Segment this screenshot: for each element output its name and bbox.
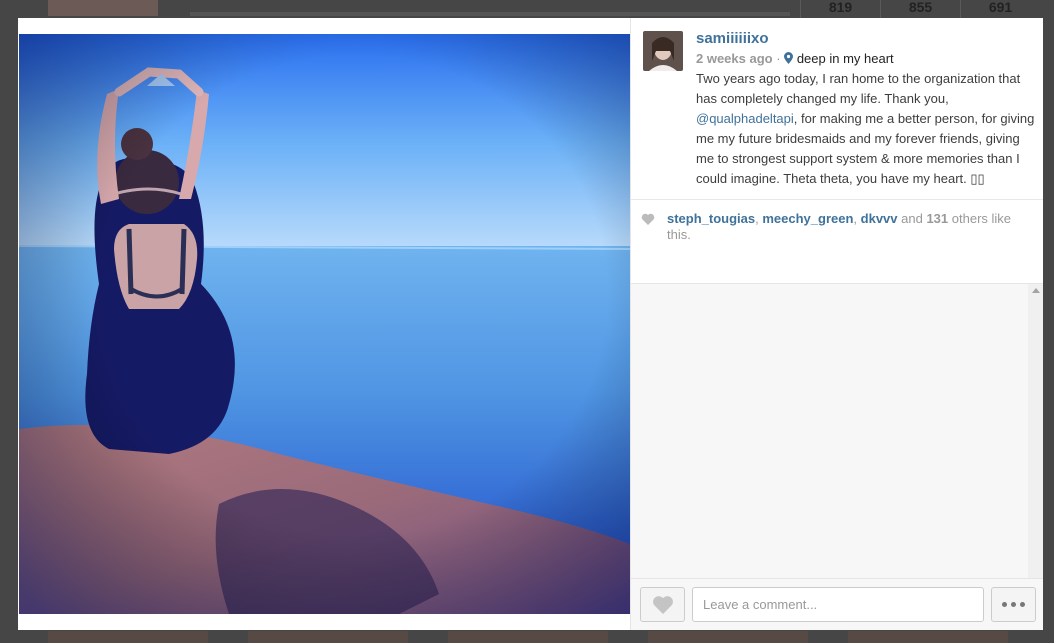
background-thumbnail: [48, 0, 158, 16]
heart-icon: [641, 213, 655, 225]
background-stat-followers: 855: [880, 0, 960, 18]
location-link[interactable]: deep in my heart: [797, 51, 894, 66]
map-pin-icon: [784, 52, 794, 64]
post-photo-image: [19, 34, 630, 614]
timestamp[interactable]: 2 weeks ago: [696, 51, 773, 66]
post-header: samiiiiiixo 2 weeks ago · deep in my hea…: [631, 18, 1043, 199]
likes-count[interactable]: 131: [926, 211, 948, 226]
background-stats: 819 855 691: [800, 0, 1040, 18]
comment-bar: [631, 578, 1043, 630]
caption-text: Two years ago today, I ran home to the o…: [696, 71, 1021, 106]
background-thumbnail: [48, 631, 208, 643]
ellipsis-icon: [1002, 602, 1007, 607]
post-body: samiiiiiixo 2 weeks ago · deep in my hea…: [696, 30, 1034, 189]
background-thumbnail: [648, 631, 808, 643]
mention-link[interactable]: @qualphadeltapi: [696, 111, 794, 126]
post-modal: samiiiiiixo 2 weeks ago · deep in my hea…: [18, 18, 1043, 630]
meta-separator: ·: [776, 51, 781, 66]
post-meta: 2 weeks ago · deep in my heart: [696, 50, 1029, 67]
ellipsis-icon: [1020, 602, 1025, 607]
background-text: [190, 12, 790, 16]
post-caption: Two years ago today, I ran home to the o…: [696, 69, 1036, 189]
background-stat-posts: 819: [800, 0, 880, 18]
comments-list: [631, 283, 1043, 579]
background-thumbnail: [448, 631, 608, 643]
liker-link[interactable]: dkvvv: [861, 211, 898, 226]
background-stat-following: 691: [960, 0, 1040, 18]
avatar-image: [643, 31, 683, 71]
likes-and: and: [897, 211, 927, 226]
more-options-button[interactable]: [991, 587, 1036, 622]
likes-separator: ,: [853, 211, 861, 226]
background-thumbnail-row: [48, 631, 1018, 643]
post-photo[interactable]: [19, 34, 630, 614]
username-link[interactable]: samiiiiiixo: [696, 30, 1029, 48]
background-thumbnail: [848, 631, 1008, 643]
post-sidebar: samiiiiiixo 2 weeks ago · deep in my hea…: [630, 18, 1043, 630]
avatar[interactable]: [643, 31, 683, 71]
liker-link[interactable]: steph_tougias: [667, 211, 755, 226]
heart-icon: [652, 596, 673, 614]
background-thumbnail: [248, 631, 408, 643]
comment-input[interactable]: [692, 587, 984, 622]
scroll-up-arrow-icon[interactable]: [1032, 288, 1040, 293]
comments-scrollbar[interactable]: [1028, 284, 1043, 579]
liker-link[interactable]: meechy_green: [762, 211, 853, 226]
like-button[interactable]: [640, 587, 685, 622]
ellipsis-icon: [1011, 602, 1016, 607]
likes-summary: steph_tougias, meechy_green, dkvvv and 1…: [631, 200, 1043, 256]
